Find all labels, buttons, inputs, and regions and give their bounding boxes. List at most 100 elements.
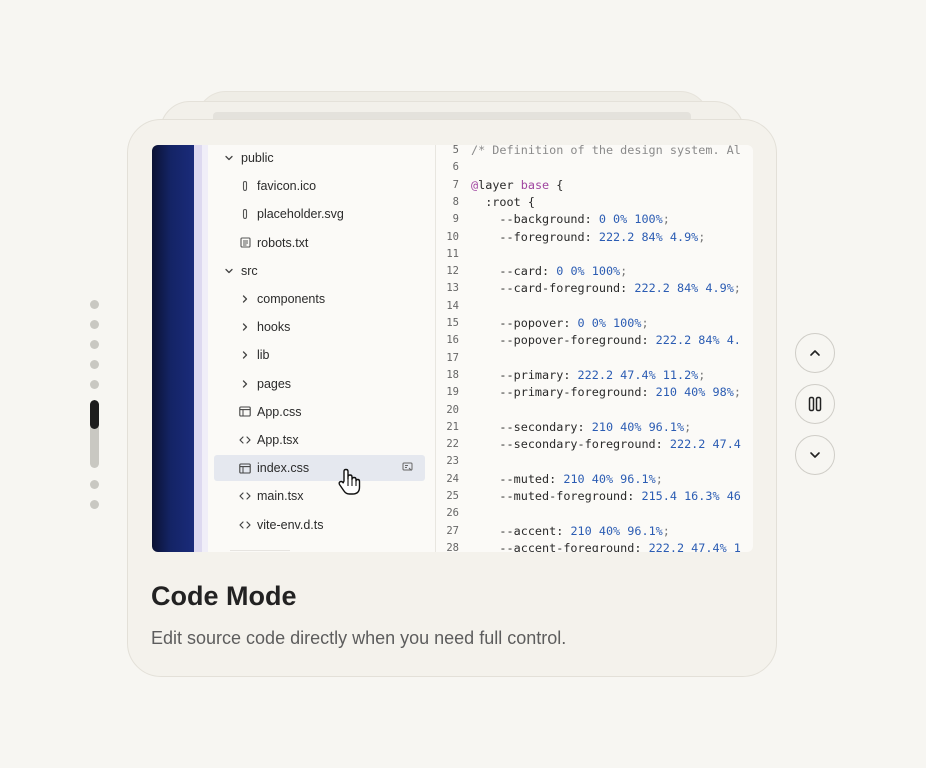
file-tree-item[interactable]: components — [238, 286, 428, 312]
code-line[interactable]: @layer base { — [471, 178, 563, 192]
editor-preview: public favicon.ico placeholder.svg robots.t… — [152, 145, 753, 552]
line-number: 23 — [446, 455, 459, 468]
chevron-right-icon — [238, 379, 252, 389]
line-number: 16 — [446, 334, 459, 347]
code-icon — [238, 435, 252, 445]
file-tree-item-label: App.css — [257, 404, 302, 419]
file-tree-item[interactable]: public — [222, 145, 428, 171]
code-token: --primary-foreground: — [471, 385, 656, 400]
line-number: 12 — [446, 265, 459, 278]
code-line[interactable]: :root { — [471, 195, 535, 209]
file-tree-item-label: vite-env.d.ts — [257, 517, 324, 532]
code-line[interactable]: --primary: 222.2 47.4% 11.2%; — [471, 368, 705, 382]
code-line[interactable]: --foreground: 222.2 84% 4.9%; — [471, 230, 705, 244]
line-number: 13 — [446, 282, 459, 295]
code-line[interactable]: --secondary: 210 40% 96.1%; — [471, 420, 691, 434]
code-token: 0 0% 100% — [556, 264, 621, 279]
file-tree-item[interactable]: main.tsx — [238, 483, 428, 509]
code-token: layer — [478, 177, 521, 192]
code-token: ; — [655, 471, 663, 486]
code-icon — [238, 491, 252, 501]
code-token: { — [549, 177, 564, 192]
file-tree-item[interactable]: index.css — [214, 455, 425, 482]
pagination-dot[interactable] — [90, 480, 99, 489]
line-number: 28 — [446, 541, 459, 552]
paperclip-icon — [238, 180, 252, 192]
file-tree-item[interactable]: placeholder.svg — [238, 201, 428, 227]
chevron-down-icon — [222, 266, 236, 276]
code-editor[interactable]: 5 6 7 8 9 10 11 12 13 14 15 16 17 18 19 20 21 22 23 24 25 26 2… — [437, 145, 753, 552]
file-tree-item-label: favicon.ico — [257, 179, 317, 194]
pagination-dot[interactable] — [90, 380, 99, 389]
code-line[interactable]: --primary-foreground: 210 40% 98%; — [471, 385, 741, 399]
code-token: 210 40% 96.1% — [591, 419, 685, 434]
css-file-icon — [238, 406, 252, 417]
line-number: 6 — [452, 161, 459, 174]
code-token: 222.2 47.4 — [669, 437, 741, 452]
code-token: 222.2 47.4% 1 — [648, 540, 741, 552]
code-line[interactable]: --card: 0 0% 100%; — [471, 264, 627, 278]
code-line[interactable]: --popover: 0 0% 100%; — [471, 316, 649, 330]
code-line[interactable]: --secondary-foreground: 222.2 47.4 — [471, 437, 741, 451]
code-token: --secondary-foreground: — [471, 437, 670, 452]
pagination-dot[interactable] — [90, 340, 99, 349]
pagination-dot[interactable] — [90, 500, 99, 509]
pagination-dot[interactable] — [90, 360, 99, 369]
hand-cursor-icon — [338, 468, 361, 495]
previous-slide-button[interactable] — [795, 333, 835, 373]
code-token: 210 40% 96.1% — [570, 523, 663, 538]
code-token: --foreground: — [471, 229, 599, 244]
line-number: 11 — [446, 247, 459, 260]
file-tree-item[interactable]: lib — [238, 342, 428, 368]
file-tree-item[interactable]: robots.txt — [238, 230, 428, 256]
chevron-right-icon — [238, 322, 252, 332]
pagination-dot[interactable] — [90, 320, 99, 329]
code-line[interactable]: --card-foreground: 222.2 84% 4.9%; — [471, 281, 741, 295]
pagination-dot[interactable] — [90, 300, 99, 309]
file-tree-item[interactable]: pages — [238, 371, 428, 397]
code-token: --card: — [471, 264, 557, 279]
chevron-down-icon — [810, 452, 820, 458]
file-tree-item-label: components — [257, 292, 326, 306]
file-tree-item-label: index.css — [257, 461, 310, 476]
file-tree-item[interactable]: src — [222, 258, 428, 284]
line-number: 5 — [452, 145, 459, 156]
file-tree-item[interactable]: hooks — [238, 314, 428, 340]
code-line[interactable]: --popover-foreground: 222.2 84% 4. — [471, 333, 741, 347]
code-line[interactable]: --muted-foreground: 215.4 16.3% 46 — [471, 489, 741, 503]
code-token: --secondary: — [471, 419, 592, 434]
app-sidebar-strip — [152, 145, 194, 552]
file-tree-item-label: pages — [257, 376, 292, 391]
code-token: 222.2 84% 4. — [655, 333, 741, 348]
pagination-dot-active[interactable] — [90, 400, 99, 468]
code-token: ; — [684, 419, 692, 434]
code-token: 210 40% 98% — [655, 385, 734, 400]
file-tree-item[interactable]: favicon.ico — [238, 173, 428, 199]
file-tree-item-label: hooks — [257, 320, 291, 335]
text-file-icon — [238, 237, 252, 248]
chevron-up-icon — [810, 350, 820, 356]
file-tree-item[interactable]: App.tsx — [238, 427, 428, 453]
code-line[interactable]: --accent-foreground: 222.2 47.4% 1 — [471, 541, 741, 552]
line-number: 17 — [446, 351, 459, 364]
code-token: ; — [733, 385, 741, 400]
file-tree: public favicon.ico placeholder.svg robots.t… — [208, 145, 436, 552]
code-line[interactable]: --background: 0 0% 100%; — [471, 212, 670, 227]
line-number: 10 — [446, 230, 459, 243]
code-token: --muted: — [471, 471, 564, 486]
pause-button[interactable] — [795, 384, 835, 424]
open-in-editor-icon[interactable] — [402, 462, 413, 475]
file-tree-item[interactable]: vite-env.d.ts — [238, 512, 428, 538]
line-number: 21 — [446, 420, 459, 433]
feature-card: public favicon.ico placeholder.svg robots.t… — [127, 119, 777, 677]
code-line[interactable]: --muted: 210 40% 96.1%; — [471, 471, 663, 486]
code-line[interactable]: --accent: 210 40% 96.1%; — [471, 523, 669, 538]
line-number: 25 — [446, 490, 459, 502]
next-slide-button[interactable] — [795, 435, 835, 475]
code-token: 0 0% 100% — [577, 316, 642, 330]
code-line[interactable]: /* Definition of the design system. Al — [471, 145, 741, 157]
code-token: ; — [641, 316, 649, 330]
code-token: 215.4 16.3% 46 — [641, 489, 741, 503]
code-token: ; — [662, 212, 670, 227]
file-tree-item[interactable]: App.css — [238, 399, 428, 425]
